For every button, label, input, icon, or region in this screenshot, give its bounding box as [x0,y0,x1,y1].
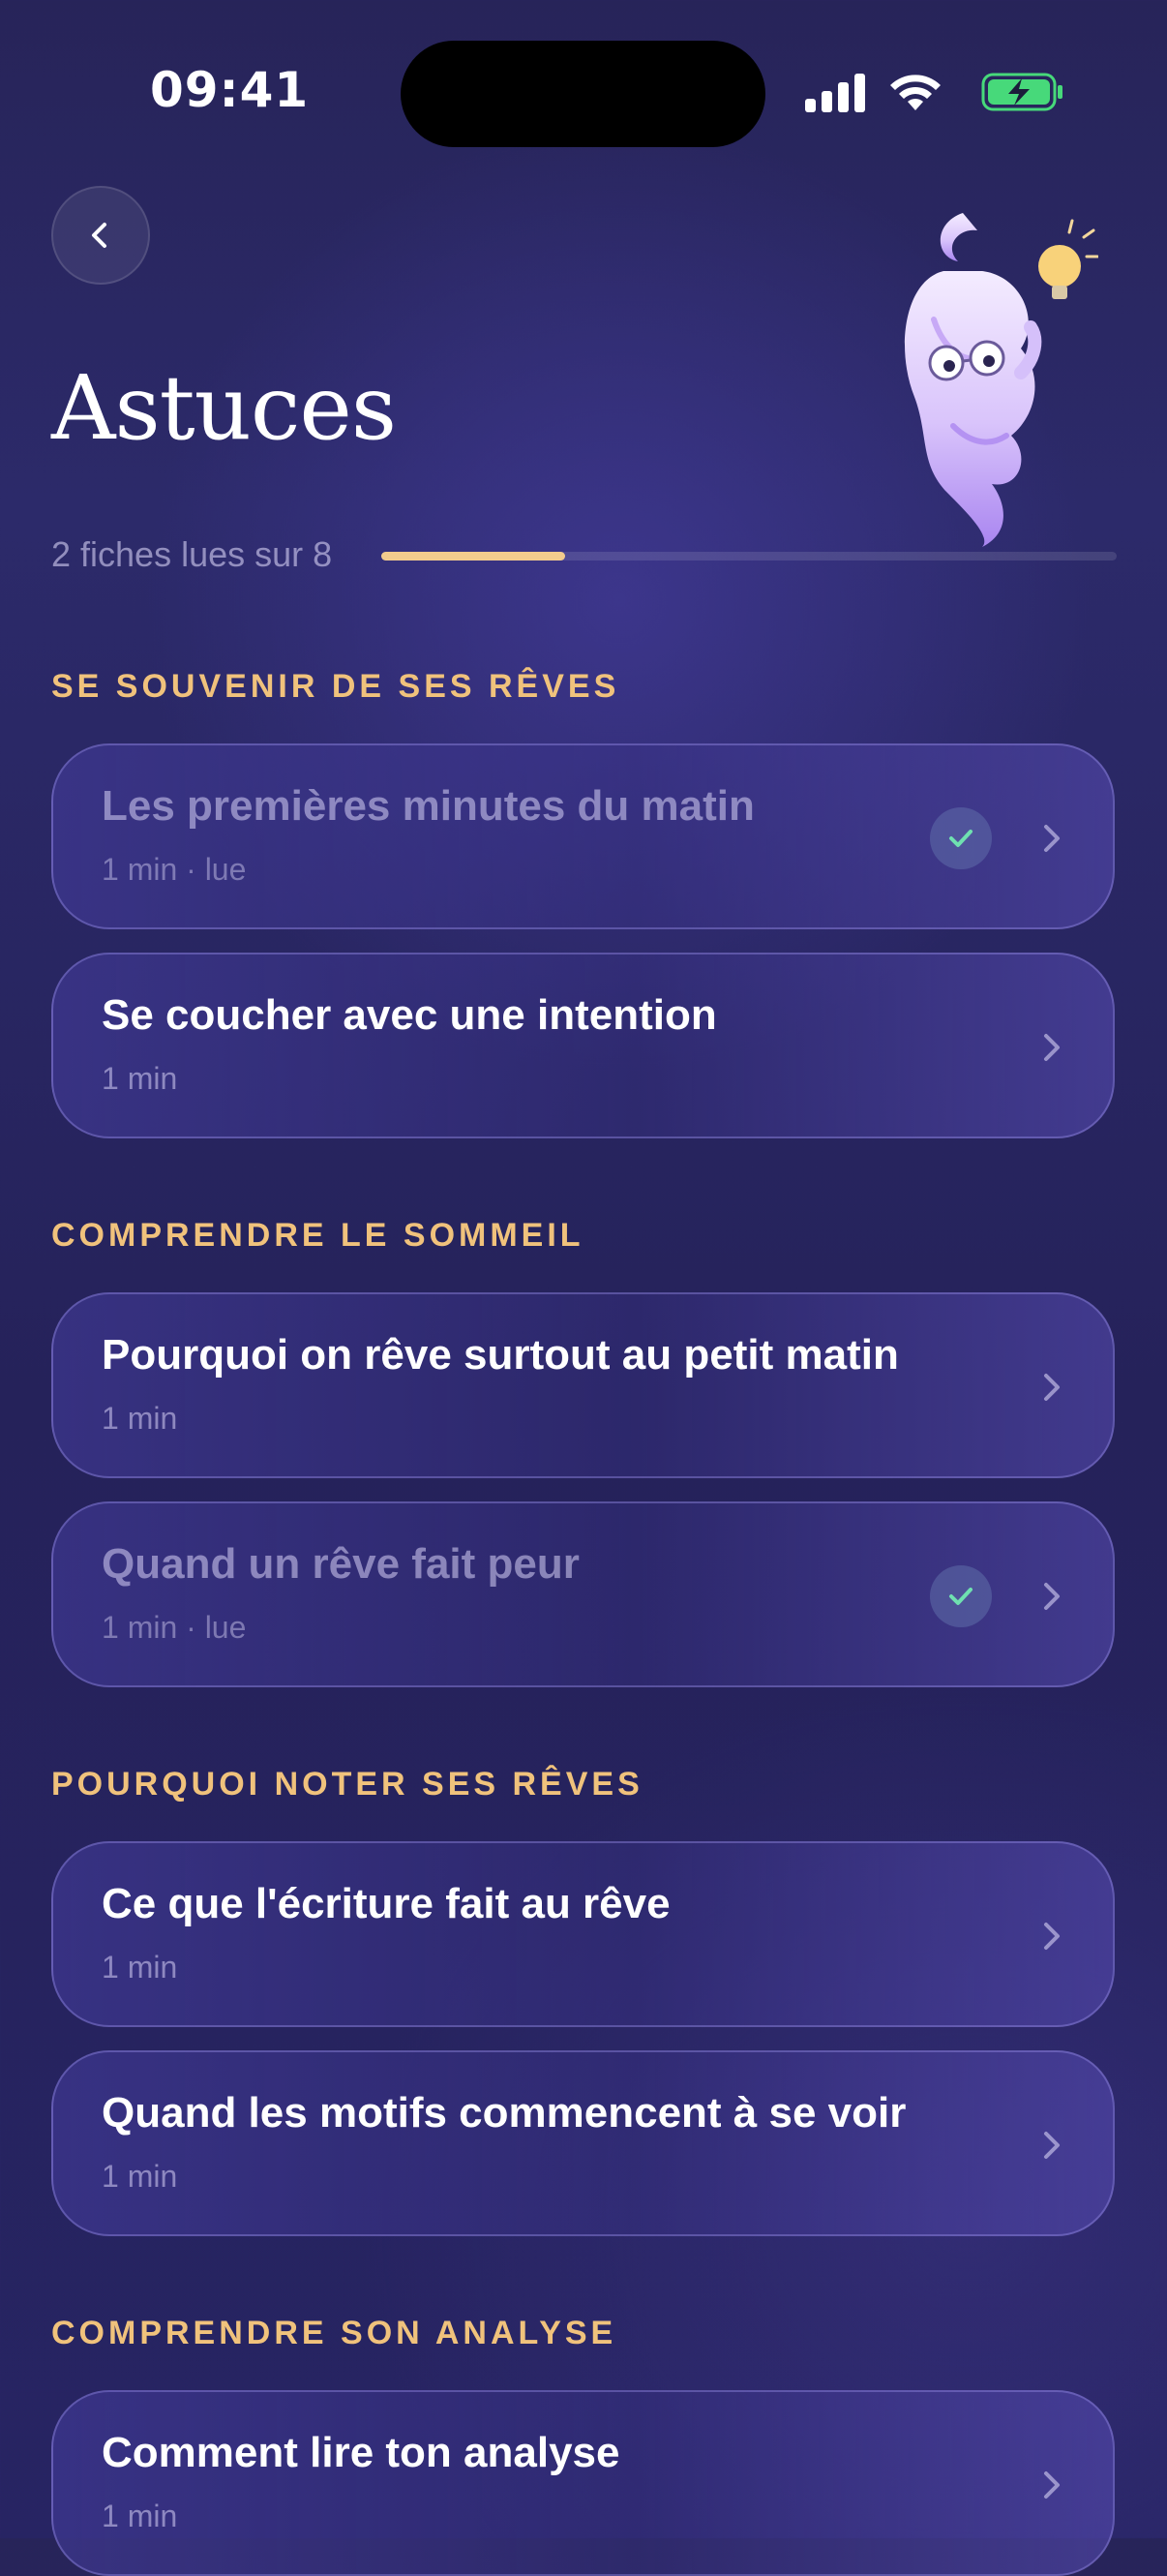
progress-fill [381,552,565,561]
read-check-icon [930,807,992,869]
chevron-left-icon [92,223,106,248]
wifi-icon [890,75,941,110]
tip-card[interactable]: Pourquoi on rêve surtout au petit matin … [51,1292,1115,1478]
status-time: 09:41 [150,62,310,118]
ghost-mascot-icon [905,213,1098,547]
section-title: POURQUOI NOTER SES RÊVES [51,1766,643,1803]
battery-charging-icon [981,73,1062,111]
chevron-right-icon [1044,1034,1060,1061]
tip-card-meta: 1 min [102,2159,178,2194]
tip-card-meta: 1 min · lue [102,852,247,887]
tip-card[interactable]: Comment lire ton analyse 1 min [51,2390,1115,2576]
tip-card-title: Les premières minutes du matin [102,782,755,830]
tip-card-meta: 1 min · lue [102,1610,247,1645]
section-title: SE SOUVENIR DE SES RÊVES [51,668,620,705]
tip-card-title: Se coucher avec une intention [102,991,717,1039]
tip-card[interactable]: Se coucher avec une intention 1 min [51,953,1115,1138]
chevron-right-icon [1044,825,1060,852]
tip-card[interactable]: Quand les motifs commencent à se voir 1 … [51,2050,1115,2236]
progress-label: 2 fiches lues sur 8 [51,534,333,574]
tip-card[interactable]: Ce que l'écriture fait au rêve 1 min [51,1841,1115,2027]
tip-card-meta: 1 min [102,2499,178,2533]
read-check-icon [930,1565,992,1627]
tip-card[interactable]: Les premières minutes du matin 1 min · l… [51,743,1115,929]
section-title: COMPRENDRE LE SOMMEIL [51,1217,584,1254]
chevron-right-icon [1044,1583,1060,1610]
page-title: Astuces [51,356,397,460]
progress-bar [381,552,1117,561]
dynamic-island [401,41,765,147]
tip-card-meta: 1 min [102,1401,178,1436]
tip-card-title: Quand un rêve fait peur [102,1540,580,1588]
chevron-right-icon [1044,1923,1060,1950]
chevron-right-icon [1044,2132,1060,2159]
tip-card-title: Ce que l'écriture fait au rêve [102,1880,671,1927]
tip-card-meta: 1 min [102,1950,178,1985]
chevron-right-icon [1044,2471,1060,2499]
tip-card-title: Pourquoi on rêve surtout au petit matin [102,1331,899,1379]
tip-card-title: Quand les motifs commencent à se voir [102,2089,907,2137]
tip-card-title: Comment lire ton analyse [102,2429,620,2476]
cellular-signal-icon [805,74,865,112]
tip-card-meta: 1 min [102,1061,178,1096]
back-button[interactable] [51,186,150,285]
status-bar: 09:41 [0,0,1167,194]
chevron-right-icon [1044,1374,1060,1401]
section-title: COMPRENDRE SON ANALYSE [51,2315,617,2351]
tip-card[interactable]: Quand un rêve fait peur 1 min · lue [51,1501,1115,1687]
